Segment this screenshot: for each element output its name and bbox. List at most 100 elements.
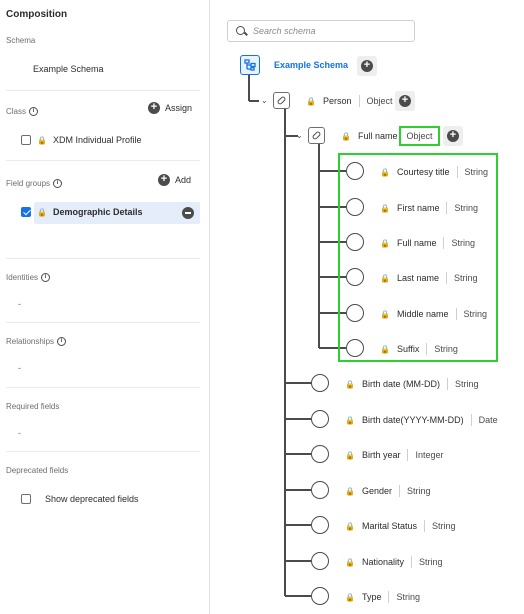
info-icon[interactable]: i <box>53 179 63 188</box>
add-root-field-button[interactable]: + <box>357 56 377 76</box>
field-node-icon[interactable] <box>311 587 329 605</box>
birth-date-full-field[interactable]: 🔒 Birth date(YYYY-MM-DD) Date <box>345 414 498 426</box>
relationships-value: - <box>18 363 21 373</box>
field-groups-label: Field groups <box>6 179 51 188</box>
show-deprecated-toggle[interactable]: Show deprecated fields <box>21 494 139 504</box>
person-node-box[interactable] <box>273 92 290 109</box>
birth-year-field[interactable]: 🔒 Birth year Integer <box>345 449 444 461</box>
plus-circle-icon: + <box>399 95 411 107</box>
field-node-icon[interactable] <box>346 268 364 286</box>
link-icon <box>311 130 322 141</box>
class-checkbox[interactable] <box>21 135 31 145</box>
separator <box>470 414 472 426</box>
field-node-icon[interactable] <box>311 445 329 463</box>
lock-icon: 🔒 <box>306 96 316 106</box>
nationality-field[interactable]: 🔒 Nationality String <box>345 556 443 568</box>
lock-icon: 🔒 <box>345 379 355 389</box>
class-item[interactable]: 🔒 XDM Individual Profile <box>21 135 142 145</box>
add-person-field-button[interactable]: + <box>395 91 415 111</box>
lock-icon: 🔒 <box>345 486 355 496</box>
show-deprecated-checkbox[interactable] <box>21 494 31 504</box>
gender-field[interactable]: 🔒 Gender String <box>345 485 431 497</box>
field-name: Suffix <box>396 344 420 354</box>
marital-status-field[interactable]: 🔒 Marital Status String <box>345 520 456 532</box>
chevron-down-icon[interactable]: ⌄ <box>296 131 303 140</box>
schema-section-label: Schema <box>6 36 35 45</box>
class-item-label: XDM Individual Profile <box>52 135 142 145</box>
last-name-field[interactable]: 🔒 Last name String <box>380 272 478 284</box>
divider <box>6 387 200 388</box>
field-group-item[interactable]: 🔒 Demographic Details <box>21 207 143 217</box>
field-name: Courtesy title <box>396 167 450 177</box>
field-type: String <box>407 486 431 496</box>
identities-section-label: Identities i <box>6 273 51 282</box>
separator <box>443 237 445 249</box>
field-node-icon[interactable] <box>311 552 329 570</box>
composition-title: Composition <box>6 9 68 20</box>
info-icon[interactable]: i <box>29 107 39 116</box>
field-node-icon[interactable] <box>346 233 364 251</box>
schema-root-label[interactable]: Example Schema <box>274 60 348 70</box>
field-node-icon[interactable] <box>311 410 329 428</box>
add-full-name-field-button[interactable]: + <box>443 126 463 146</box>
field-node-icon[interactable] <box>311 481 329 499</box>
field-name: Birth date (MM-DD) <box>361 379 440 389</box>
full-name-type: Object <box>399 126 440 146</box>
field-node-icon[interactable] <box>311 516 329 534</box>
field-node-icon[interactable] <box>346 304 364 322</box>
field-groups-section-label: Field groups i <box>6 179 63 188</box>
lock-icon: 🔒 <box>380 344 390 354</box>
class-section-label: Class i <box>6 107 39 116</box>
separator <box>399 485 400 497</box>
required-fields-label: Required fields <box>6 402 60 411</box>
field-node-icon[interactable] <box>311 374 329 392</box>
separator <box>446 378 448 390</box>
field-name: Last name <box>396 273 439 283</box>
first-name-field[interactable]: 🔒 First name String <box>380 202 478 214</box>
field-group-label: Demographic Details <box>52 207 143 217</box>
separator <box>388 591 390 603</box>
full-name-string-field[interactable]: 🔒 Full name String <box>380 237 475 249</box>
lock-icon: 🔒 <box>341 131 351 141</box>
full-name-node-box[interactable] <box>308 127 325 144</box>
class-label: Class <box>6 107 27 116</box>
full-name-field[interactable]: 🔒 Full name Object <box>341 126 440 146</box>
field-node-icon[interactable] <box>346 339 364 357</box>
field-type: String <box>454 273 478 283</box>
field-name: First name <box>396 203 440 213</box>
divider <box>6 258 200 259</box>
relationships-label: Relationships <box>6 337 55 346</box>
field-node-icon[interactable] <box>346 198 364 216</box>
lock-icon: 🔒 <box>380 238 390 248</box>
remove-field-group-icon[interactable] <box>182 207 194 219</box>
middle-name-field[interactable]: 🔒 Middle name String <box>380 308 487 320</box>
assign-class-button[interactable]: + Assign <box>148 102 192 114</box>
lock-icon: 🔒 <box>345 557 355 567</box>
identities-value: - <box>18 299 21 309</box>
person-type: Object <box>366 96 393 106</box>
field-group-checkbox[interactable] <box>21 207 31 217</box>
chevron-down-icon[interactable]: ⌄ <box>261 96 268 105</box>
show-deprecated-label: Show deprecated fields <box>45 494 139 504</box>
add-field-group-button[interactable]: + Add <box>158 174 191 186</box>
type-field[interactable]: 🔒 Type String <box>345 591 420 603</box>
field-node-icon[interactable] <box>346 162 364 180</box>
field-name: Type <box>361 592 382 602</box>
lock-icon: 🔒 <box>345 521 355 531</box>
info-icon[interactable]: i <box>57 337 67 346</box>
lock-icon: 🔒 <box>345 592 355 602</box>
schema-name[interactable]: Example Schema <box>33 64 104 74</box>
field-type: String <box>451 238 475 248</box>
person-field[interactable]: 🔒 Person Object <box>306 95 393 107</box>
schema-icon[interactable] <box>240 55 260 75</box>
suffix-field[interactable]: 🔒 Suffix String <box>380 343 458 355</box>
birth-date-mmdd-field[interactable]: 🔒 Birth date (MM-DD) String <box>345 378 479 390</box>
courtesy-title-field[interactable]: 🔒 Courtesy title String <box>380 166 488 178</box>
assign-label: Assign <box>165 103 193 113</box>
info-icon[interactable]: i <box>41 273 51 282</box>
field-name: Middle name <box>396 309 449 319</box>
lock-icon: 🔒 <box>380 167 390 177</box>
field-type: Integer <box>415 450 444 460</box>
lock-icon: 🔒 <box>37 207 47 217</box>
field-type: String <box>396 592 420 602</box>
